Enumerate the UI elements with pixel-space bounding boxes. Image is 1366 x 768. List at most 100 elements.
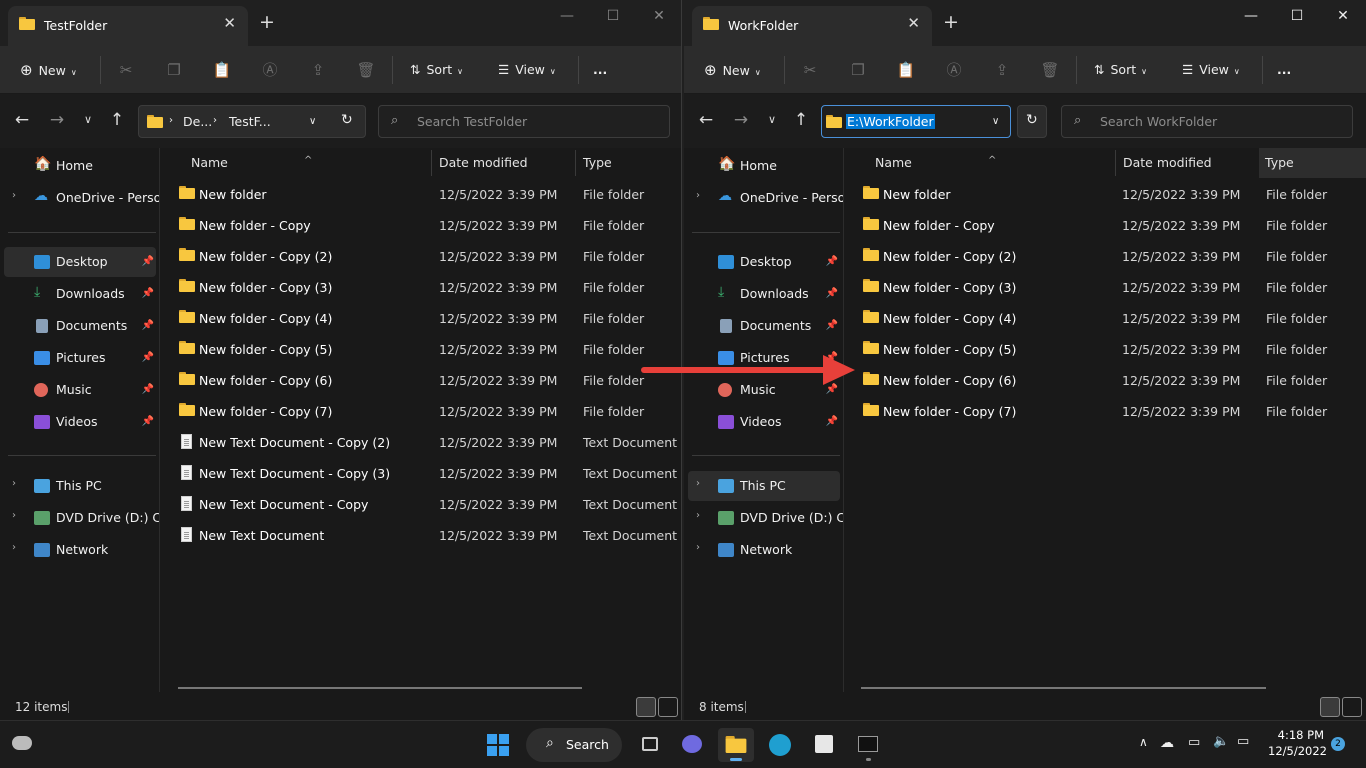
refresh-icon[interactable]: ↻ (341, 112, 353, 128)
back-button[interactable]: ← (10, 108, 34, 132)
tab-testfolder[interactable]: TestFolder ✕ (8, 6, 248, 46)
column-header-type[interactable]: Type (571, 148, 681, 178)
address-input[interactable]: E:\WorkFolder (846, 114, 935, 129)
cut-icon[interactable]: ✂ (798, 58, 822, 82)
pin-icon[interactable]: 📌 (142, 384, 154, 395)
sort-button[interactable]: ⇅Sort∨ (410, 58, 463, 82)
paste-icon[interactable]: 📋 (210, 58, 234, 82)
store-icon[interactable] (806, 728, 842, 762)
search-box[interactable]: ⌕ Search WorkFolder (1061, 105, 1353, 138)
file-row[interactable]: New folder - Copy (7)12/5/2022 3:39 PMFi… (160, 396, 681, 427)
up-button[interactable]: ↑ (789, 108, 813, 132)
close-window-button[interactable]: ✕ (1320, 3, 1366, 29)
file-row[interactable]: New folder - Copy (2)12/5/2022 3:39 PMFi… (160, 241, 681, 272)
file-row[interactable]: New folder - Copy (6)12/5/2022 3:39 PMFi… (844, 365, 1366, 396)
file-row[interactable]: New folder - Copy (3)12/5/2022 3:39 PMFi… (844, 272, 1366, 303)
nav-item-dvd-drive[interactable]: ›DVD Drive (D:) CCC (4, 503, 156, 533)
nav-item-dvd-drive[interactable]: ›DVD Drive (D:) CCC (688, 503, 840, 533)
nav-item-this-pc[interactable]: ›This PC (688, 471, 840, 501)
new-button[interactable]: ⊕New∨ (704, 58, 761, 82)
rename-icon[interactable]: Ⓐ (942, 58, 966, 82)
view-button[interactable]: ☰View∨ (498, 58, 556, 82)
file-row[interactable]: New folder12/5/2022 3:39 PMFile folder (160, 179, 681, 210)
file-row[interactable]: New folder - Copy (6)12/5/2022 3:39 PMFi… (160, 365, 681, 396)
weather-widget-icon[interactable] (6, 728, 40, 762)
rename-icon[interactable]: Ⓐ (258, 58, 282, 82)
show-hidden-icons-button[interactable]: ∧ (1139, 735, 1148, 749)
file-row[interactable]: New Text Document12/5/2022 3:39 PMText D… (160, 520, 681, 551)
share-icon[interactable]: ⇪ (306, 58, 330, 82)
minimize-button[interactable]: — (544, 3, 590, 29)
onedrive-tray-icon[interactable]: ☁ (1160, 735, 1174, 751)
close-window-button[interactable]: ✕ (636, 3, 682, 29)
monitor-tray-icon[interactable]: ▭ (1188, 735, 1200, 750)
nav-item-this-pc[interactable]: ›This PC (4, 471, 156, 501)
nav-item-network[interactable]: ›Network (688, 535, 840, 565)
clock[interactable]: 4:18 PM 12/5/2022 (1268, 728, 1324, 758)
breadcrumb-desktop[interactable]: De... (183, 114, 212, 129)
view-button[interactable]: ☰View∨ (1182, 58, 1240, 82)
nav-item-documents[interactable]: Documents📌 (4, 311, 156, 341)
copy-icon[interactable]: ❐ (846, 58, 870, 82)
file-explorer-taskbar-icon[interactable] (718, 728, 754, 762)
volume-icon[interactable]: 🔈 (1213, 734, 1229, 749)
column-header-name[interactable]: Name^ (179, 148, 431, 178)
minimize-button[interactable]: — (1228, 3, 1274, 29)
nav-item-downloads[interactable]: ⤓Downloads📌 (688, 279, 840, 309)
nav-item-network[interactable]: ›Network (4, 535, 156, 565)
pin-icon[interactable]: 📌 (142, 288, 154, 299)
copy-icon[interactable]: ❐ (162, 58, 186, 82)
pin-icon[interactable]: 📌 (826, 384, 838, 395)
see-more-button[interactable]: ... (1277, 58, 1291, 82)
nav-item-desktop[interactable]: Desktop📌 (4, 247, 156, 277)
tiles-view-button[interactable] (1342, 697, 1362, 717)
recent-locations-button[interactable]: ∨ (760, 108, 784, 132)
tiles-view-button[interactable] (658, 697, 678, 717)
close-tab-icon[interactable]: ✕ (907, 14, 920, 32)
refresh-button[interactable]: ↻ (1017, 105, 1047, 138)
file-row[interactable]: New folder - Copy (3)12/5/2022 3:39 PMFi… (160, 272, 681, 303)
pin-icon[interactable]: 📌 (142, 320, 154, 331)
nav-item-pictures[interactable]: Pictures📌 (4, 343, 156, 373)
sort-button[interactable]: ⇅Sort∨ (1094, 58, 1147, 82)
forward-button[interactable]: → (729, 108, 753, 132)
forward-button[interactable]: → (45, 108, 69, 132)
new-tab-button[interactable]: + (259, 12, 275, 32)
file-row[interactable]: New Text Document - Copy (3)12/5/2022 3:… (160, 458, 681, 489)
battery-icon[interactable]: ▭ (1237, 734, 1249, 749)
file-row[interactable]: New folder - Copy (7)12/5/2022 3:39 PMFi… (844, 396, 1366, 427)
pin-icon[interactable]: 📌 (826, 256, 838, 267)
close-tab-icon[interactable]: ✕ (223, 14, 236, 32)
pin-icon[interactable]: 📌 (142, 352, 154, 363)
nav-item-downloads[interactable]: ⤓Downloads📌 (4, 279, 156, 309)
nav-item-onedrive[interactable]: ›☁OneDrive - Persona (4, 183, 156, 213)
notification-badge[interactable]: 2 (1331, 737, 1345, 751)
nav-item-home[interactable]: 🏠Home (4, 151, 156, 181)
nav-item-music[interactable]: Music📌 (688, 375, 840, 405)
column-header-type[interactable]: Type (1259, 148, 1366, 178)
address-bar[interactable]: › De... › TestF... ∨ ↻ (138, 105, 366, 138)
pin-icon[interactable]: 📌 (826, 416, 838, 427)
maximize-button[interactable]: ☐ (590, 3, 636, 29)
column-header-date[interactable]: Date modified (427, 148, 577, 178)
up-button[interactable]: ↑ (105, 108, 129, 132)
nav-item-music[interactable]: Music📌 (4, 375, 156, 405)
see-more-button[interactable]: ... (593, 58, 607, 82)
delete-icon[interactable]: 🗑 (1038, 58, 1062, 82)
delete-icon[interactable]: 🗑 (354, 58, 378, 82)
nav-item-documents[interactable]: Documents📌 (688, 311, 840, 341)
details-view-button[interactable] (636, 697, 656, 717)
nav-item-videos[interactable]: Videos📌 (688, 407, 840, 437)
column-header-name[interactable]: Name^ (863, 148, 1115, 178)
horizontal-scrollbar[interactable] (178, 687, 582, 689)
nav-item-videos[interactable]: Videos📌 (4, 407, 156, 437)
chevron-down-icon[interactable]: ∨ (309, 116, 316, 127)
file-row[interactable]: New folder - Copy (5)12/5/2022 3:39 PMFi… (844, 334, 1366, 365)
nav-item-onedrive[interactable]: ›☁OneDrive - Persona (688, 183, 840, 213)
terminal-icon[interactable] (850, 728, 886, 762)
tab-workfolder[interactable]: WorkFolder ✕ (692, 6, 932, 46)
new-button[interactable]: ⊕New∨ (20, 58, 77, 82)
file-row[interactable]: New folder - Copy (4)12/5/2022 3:39 PMFi… (160, 303, 681, 334)
task-view-icon[interactable] (632, 728, 668, 762)
address-bar[interactable]: E:\WorkFolder ∨ (821, 105, 1011, 138)
